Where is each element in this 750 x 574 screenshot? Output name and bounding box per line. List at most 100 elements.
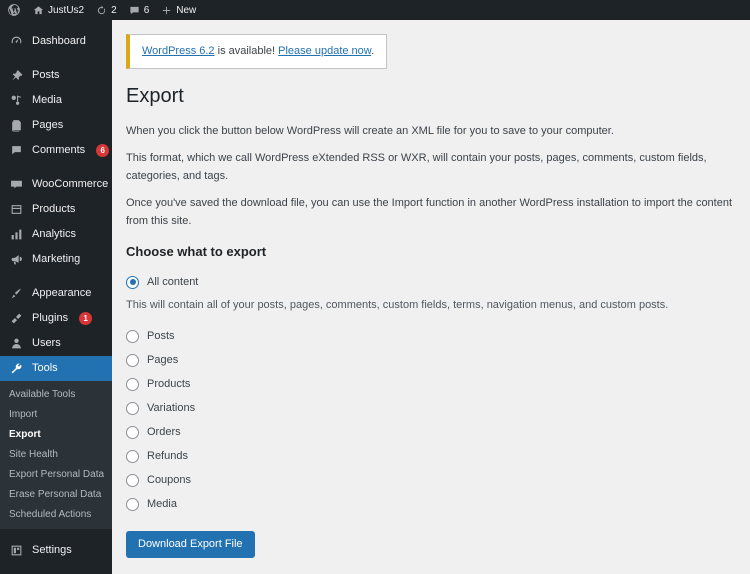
radio-button-refunds[interactable] [126, 449, 139, 463]
sidebar-item-users[interactable]: Users [0, 331, 112, 356]
submenu-item-site-health[interactable]: Site Health [0, 445, 112, 465]
submenu-item-erase-personal-data[interactable]: Erase Personal Data [0, 485, 112, 505]
sidebar-item-label: Users [32, 337, 61, 349]
tools-submenu: Available Tools Import Export Site Healt… [0, 381, 112, 529]
sidebar-item-dashboard[interactable]: Dashboard [0, 29, 112, 54]
comment-bubble-icon [9, 144, 24, 157]
sidebar-item-pages[interactable]: Pages [0, 113, 112, 138]
new-content-label: New [176, 4, 197, 16]
sidebar-item-label: Posts [32, 69, 60, 81]
radio-label-variations: Variations [147, 401, 196, 414]
download-export-file-button[interactable]: Download Export File [126, 531, 255, 559]
paintbrush-icon [9, 287, 24, 300]
export-paragraph-1: When you click the button below WordPres… [126, 124, 614, 137]
comments-count: 6 [143, 4, 150, 16]
sidebar-item-plugins[interactable]: Plugins 1 [0, 306, 112, 331]
submenu-item-available-tools[interactable]: Available Tools [0, 385, 112, 405]
please-update-now-link[interactable]: Please update now [278, 45, 371, 57]
radio-button-orders[interactable] [126, 425, 139, 439]
radio-button-coupons[interactable] [126, 473, 139, 487]
export-paragraph-3: Once you've saved the download file, you… [126, 197, 733, 227]
page-title: Export [126, 84, 184, 107]
sidebar-item-label: Media [32, 94, 62, 106]
sidebar-item-media[interactable]: Media [0, 88, 112, 113]
admin-bar: JustUs2 2 6 New [0, 0, 750, 20]
sidebar-item-label: Marketing [32, 253, 81, 265]
comment-bubble-icon [129, 5, 140, 16]
wordpress-logo-icon [7, 3, 21, 17]
radio-option-refunds[interactable]: Refunds [126, 445, 750, 467]
radio-option-pages[interactable]: Pages [126, 349, 750, 371]
plugins-badge: 1 [79, 312, 93, 325]
megaphone-icon [9, 253, 24, 266]
site-name-button[interactable]: JustUs2 [27, 0, 90, 20]
menu-spacer [0, 163, 112, 172]
radio-button-media[interactable] [126, 497, 139, 511]
sidebar-item-settings[interactable]: Settings [0, 538, 112, 563]
wrench-icon [9, 362, 24, 375]
radio-option-media[interactable]: Media [126, 493, 750, 515]
wordpress-logo-button[interactable] [0, 0, 27, 20]
sidebar-item-products[interactable]: Products [0, 197, 112, 222]
sidebar-item-marketing[interactable]: Marketing [0, 247, 112, 272]
new-content-button[interactable]: New [155, 0, 202, 20]
sidebar-item-tools[interactable]: Tools [0, 356, 120, 381]
sidebar-item-label: Tools [32, 362, 58, 374]
media-icon [9, 94, 24, 107]
sidebar-item-label: Settings [32, 544, 72, 556]
sidebar-item-comments[interactable]: Comments 6 [0, 138, 112, 163]
sidebar-item-label: Dashboard [32, 35, 86, 47]
home-icon [33, 5, 44, 16]
woocommerce-icon [9, 178, 24, 191]
radio-button-pages[interactable] [126, 353, 139, 367]
sidebar-item-appearance[interactable]: Appearance [0, 281, 112, 306]
radio-label-pages: Pages [147, 353, 179, 366]
bar-chart-icon [9, 228, 24, 241]
radio-button-products[interactable] [126, 377, 139, 391]
admin-sidebar-menu: Dashboard Posts Media Pages Comments 6 W… [0, 20, 120, 574]
sidebar-item-label: Comments [32, 144, 86, 156]
updates-button[interactable]: 2 [90, 0, 123, 20]
plugin-icon [9, 312, 24, 325]
update-notice: WordPress 6.2 is available! Please updat… [126, 34, 388, 69]
radio-button-all-content[interactable] [126, 275, 139, 289]
all-content-helper-text: This will contain all of your posts, pag… [126, 299, 669, 312]
dashboard-icon [9, 35, 24, 48]
comments-badge: 6 [96, 144, 110, 157]
submenu-item-export[interactable]: Export [0, 425, 112, 445]
sidebar-item-posts[interactable]: Posts [0, 63, 112, 88]
submenu-item-export-personal-data[interactable]: Export Personal Data [0, 465, 112, 485]
sidebar-item-woocommerce[interactable]: WooCommerce [0, 172, 112, 197]
choose-what-to-export-heading: Choose what to export [126, 244, 267, 260]
settings-sliders-icon [9, 544, 24, 557]
site-name-label: JustUs2 [48, 4, 85, 16]
pages-icon [9, 119, 24, 132]
export-paragraph-2: This format, which we call WordPress eXt… [126, 152, 707, 182]
radio-option-variations[interactable]: Variations [126, 397, 750, 419]
comments-button[interactable]: 6 [123, 0, 156, 20]
sidebar-item-label: Analytics [32, 228, 77, 240]
sidebar-item-label: Products [32, 203, 76, 215]
menu-spacer [0, 272, 112, 281]
submenu-item-import[interactable]: Import [0, 405, 112, 425]
radio-label-refunds: Refunds [147, 449, 188, 462]
updates-icon [96, 5, 107, 16]
sidebar-item-label: Plugins [32, 312, 69, 324]
radio-button-variations[interactable] [126, 401, 139, 415]
sidebar-item-label: WooCommerce [32, 178, 109, 190]
radio-option-posts[interactable]: Posts [126, 325, 750, 347]
main-content-area: WordPress 6.2 is available! Please updat… [112, 20, 750, 574]
products-icon [9, 203, 24, 216]
radio-label-orders: Orders [147, 425, 181, 438]
radio-label-coupons: Coupons [147, 473, 192, 486]
user-icon [9, 337, 24, 350]
radio-option-all-content[interactable]: All content [126, 271, 750, 293]
radio-button-posts[interactable] [126, 329, 139, 343]
radio-option-coupons[interactable]: Coupons [126, 469, 750, 491]
sidebar-item-analytics[interactable]: Analytics [0, 222, 112, 247]
wordpress-version-link[interactable]: WordPress 6.2 [142, 45, 215, 57]
radio-option-products[interactable]: Products [126, 373, 750, 395]
notice-middle-text: is available! [214, 45, 279, 57]
submenu-item-scheduled-actions[interactable]: Scheduled Actions [0, 505, 112, 525]
radio-option-orders[interactable]: Orders [126, 421, 750, 443]
